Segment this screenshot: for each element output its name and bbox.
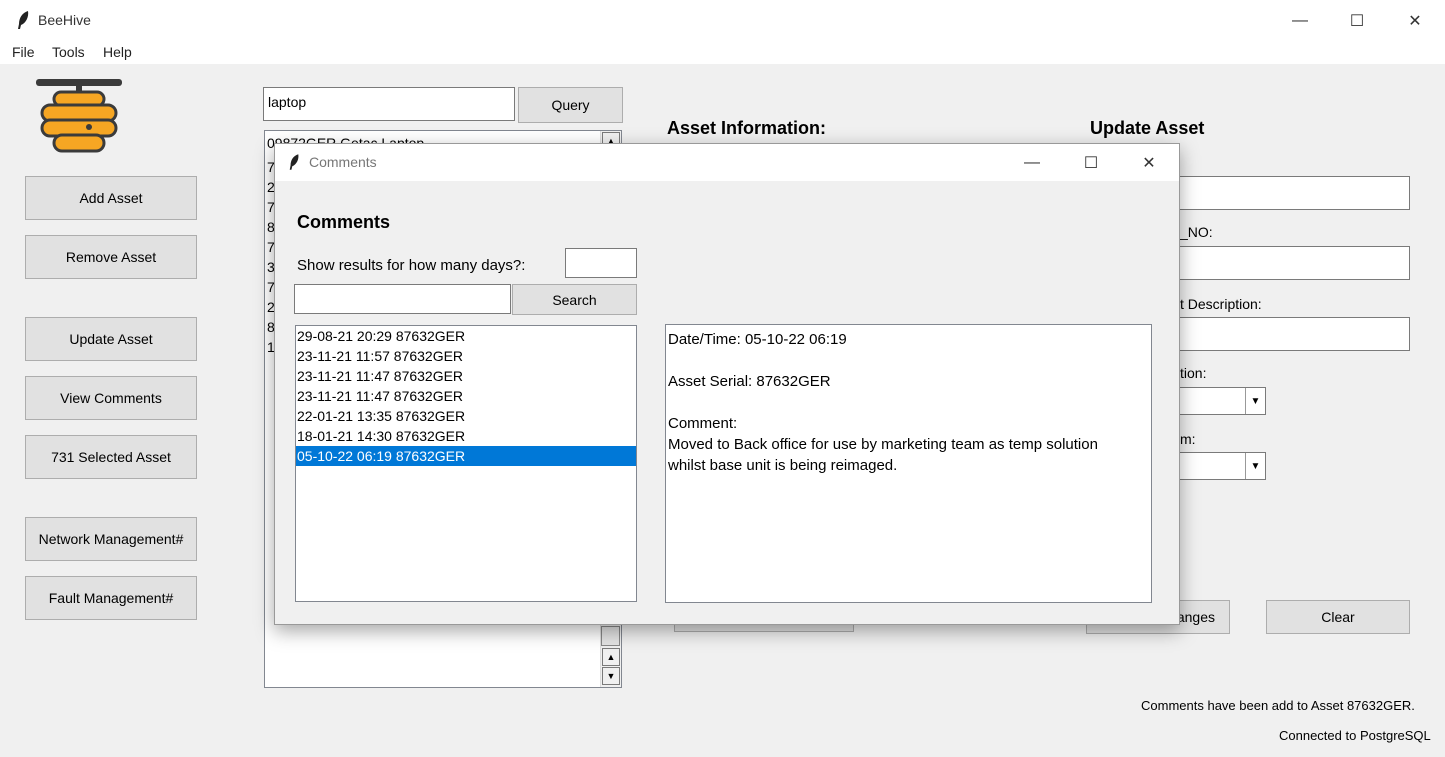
menu-file[interactable]: File <box>12 44 35 60</box>
feather-icon <box>18 11 29 29</box>
scroll-down-icon[interactable]: ▼ <box>602 667 620 685</box>
update-field-2[interactable] <box>1170 246 1410 280</box>
remove-asset-button[interactable]: Remove Asset <box>25 235 197 279</box>
update-asset-heading: Update Asset <box>1090 118 1205 138</box>
detail-comment-line-1: Moved to Back office for use by marketin… <box>668 436 1098 453</box>
selected-asset-button[interactable]: 731 Selected Asset <box>25 435 197 479</box>
list-item[interactable]: 23-11-21 11:47 87632GER <box>296 366 636 386</box>
minimize-button[interactable]: — <box>1277 8 1323 34</box>
update-asset-button[interactable]: Update Asset <box>25 317 197 361</box>
clear-button[interactable]: Clear <box>1266 600 1410 634</box>
update-label-3: t Description: <box>1180 296 1262 312</box>
window-title: BeeHive <box>38 12 91 28</box>
list-item[interactable]: 29-08-21 20:29 87632GER <box>296 326 636 346</box>
query-input[interactable]: laptop <box>263 87 515 121</box>
update-field-3[interactable] <box>1170 317 1410 351</box>
beehive-logo-icon <box>36 79 122 153</box>
status-message: Comments have been add to Asset 87632GER… <box>1141 698 1415 713</box>
close-button[interactable]: ✕ <box>1392 8 1438 34</box>
list-item[interactable]: 23-11-21 11:57 87632GER <box>296 346 636 366</box>
menu-bar <box>0 40 1445 64</box>
scroll-up-icon[interactable]: ▲ <box>602 648 620 666</box>
dialog-title: Comments <box>309 154 377 170</box>
scrollbar-thumb[interactable] <box>601 626 620 646</box>
list-item[interactable]: 18-01-21 14:30 87632GER <box>296 426 636 446</box>
add-asset-button[interactable]: Add Asset <box>25 176 197 220</box>
comment-detail-text[interactable]: Date/Time: 05-10-22 06:19 Asset Serial: … <box>665 324 1152 603</box>
chevron-down-icon[interactable]: ▼ <box>1245 453 1265 479</box>
comments-dialog: Comments — ☐ ✕ Comments Show results for… <box>274 143 1180 625</box>
update-field-1[interactable] <box>1170 176 1410 210</box>
search-button[interactable]: Search <box>512 284 637 315</box>
network-management-button[interactable]: Network Management# <box>25 517 197 561</box>
list-item[interactable]: 22-01-21 13:35 87632GER <box>296 406 636 426</box>
query-button[interactable]: Query <box>518 87 623 123</box>
comments-heading: Comments <box>297 212 391 232</box>
dialog-maximize-button[interactable]: ☐ <box>1068 150 1114 176</box>
list-item[interactable]: 23-11-21 11:47 87632GER <box>296 386 636 406</box>
title-bar <box>0 0 1445 40</box>
days-input[interactable] <box>565 248 637 278</box>
chevron-down-icon[interactable]: ▼ <box>1245 388 1265 414</box>
connection-status: Connected to PostgreSQL <box>1279 728 1431 743</box>
menu-help[interactable]: Help <box>103 44 132 60</box>
fault-management-button[interactable]: Fault Management# <box>25 576 197 620</box>
days-label: Show results for how many days?: <box>297 257 526 274</box>
detail-serial: Asset Serial: 87632GER <box>668 373 831 390</box>
update-label-5: m: <box>1180 431 1196 447</box>
detail-datetime: Date/Time: 05-10-22 06:19 <box>668 331 847 348</box>
asset-information-heading: Asset Information: <box>667 118 827 138</box>
dialog-close-button[interactable]: ✕ <box>1126 150 1172 176</box>
update-label-2: _NO: <box>1180 224 1213 240</box>
list-item-selected[interactable]: 05-10-22 06:19 87632GER <box>296 446 636 466</box>
maximize-button[interactable]: ☐ <box>1334 8 1380 34</box>
update-label-4: tion: <box>1180 365 1207 381</box>
feather-icon <box>289 154 299 170</box>
view-comments-button[interactable]: View Comments <box>25 376 197 420</box>
dialog-minimize-button[interactable]: — <box>1009 150 1055 176</box>
comments-list[interactable]: 29-08-21 20:29 87632GER 23-11-21 11:57 8… <box>295 325 637 602</box>
menu-tools[interactable]: Tools <box>52 44 85 60</box>
comment-search-input[interactable] <box>294 284 511 314</box>
detail-comment-line-2: whilst base unit is being reimaged. <box>668 457 898 474</box>
detail-comment-label: Comment: <box>668 415 738 432</box>
